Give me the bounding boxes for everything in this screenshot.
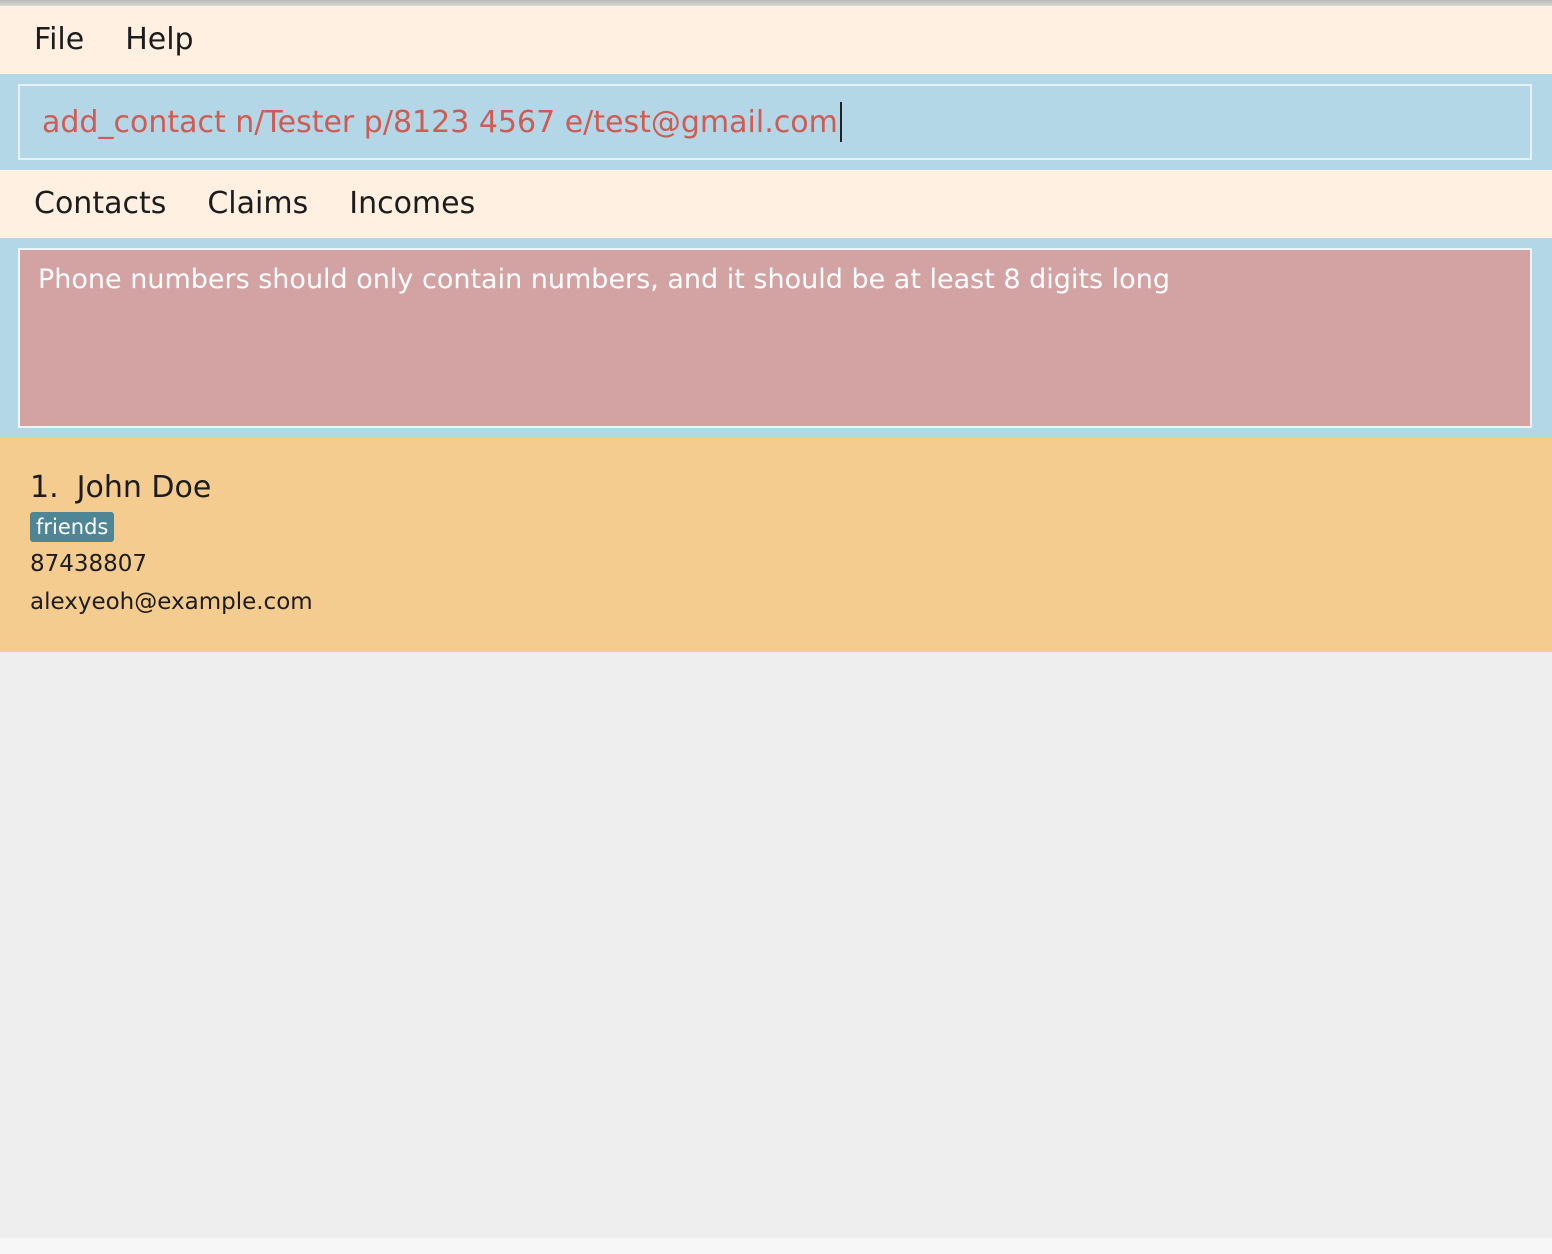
contact-title: 1. John Doe [30,470,1522,510]
command-input[interactable]: add_contact n/Tester p/8123 4567 e/test@… [18,84,1532,160]
tab-incomes[interactable]: Incomes [349,170,475,238]
result-display: Phone numbers should only contain number… [18,248,1532,428]
contact-tag: friends [30,512,115,542]
command-input-text[interactable]: add_contact n/Tester p/8123 4567 e/test@… [42,105,838,140]
tab-bar: Contacts Claims Incomes [0,170,1552,238]
text-caret [839,102,842,142]
contact-email: alexyeoh@example.com [30,589,313,615]
menu-file[interactable]: File [34,6,84,74]
contact-name: John Doe [76,470,212,505]
contact-list: 1. John Doe friends 87438807 alexyeoh@ex… [0,438,1552,1238]
app-window: File Help add_contact n/Tester p/8123 45… [0,0,1552,1254]
menu-help[interactable]: Help [125,6,193,74]
tab-contacts[interactable]: Contacts [34,170,166,238]
contact-phone: 87438807 [30,551,148,577]
tab-claims[interactable]: Claims [207,170,308,238]
error-message: Phone numbers should only contain number… [38,264,1170,295]
contact-card[interactable]: 1. John Doe friends 87438807 alexyeoh@ex… [0,438,1552,652]
bottom-strip [0,1238,1552,1254]
result-area: Phone numbers should only contain number… [0,238,1552,438]
menu-bar: File Help [0,6,1552,74]
command-area: add_contact n/Tester p/8123 4567 e/test@… [0,74,1552,170]
contact-index: 1. [30,470,59,505]
